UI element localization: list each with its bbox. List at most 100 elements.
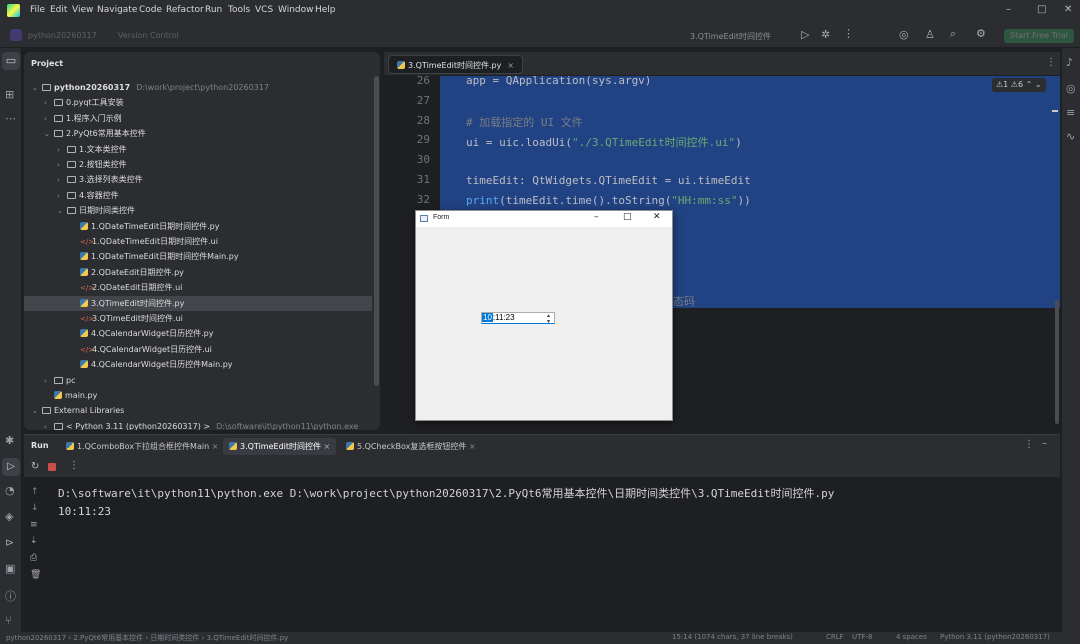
chevron-right-icon[interactable]: › — [44, 374, 54, 389]
chevron-down-icon[interactable]: ⌄ — [58, 58, 64, 66]
tree-item[interactable]: 2.QDateEdit日期控件.py — [24, 265, 372, 280]
menu-file[interactable]: File — [30, 5, 45, 15]
tree-item[interactable]: › 2.按钮类控件 — [24, 157, 372, 172]
form-minimize-icon[interactable]: – — [594, 212, 599, 222]
run-tab-2[interactable]: 3.QTimeEdit时间控件 × — [223, 438, 337, 455]
chevron-right-icon[interactable]: › — [44, 112, 54, 127]
services-icon[interactable]: ✱ — [5, 434, 14, 447]
chevron-right-icon[interactable]: › — [57, 189, 67, 204]
tree-item[interactable]: </>2.QDateEdit日期控件.ui — [24, 280, 372, 295]
soft-wrap-icon[interactable]: ≡ — [30, 520, 38, 530]
tree-item[interactable]: ⌄ 日期时间类控件 — [24, 203, 372, 218]
code-line-29[interactable]: ui = uic.loadUi("./3.QTimeEdit时间控件.ui") — [466, 134, 742, 150]
scroll-down-icon[interactable]: ↓ — [31, 503, 39, 513]
menu-vcs[interactable]: VCS — [255, 5, 273, 15]
ai-chat-icon[interactable]: ◎ — [1066, 82, 1076, 95]
vcs-widget[interactable]: Version Control — [118, 31, 179, 40]
tree-item[interactable]: ⌄ 2.PyQt6常用基本控件 — [24, 126, 372, 141]
start-free-trial-button[interactable]: Start Free Trial — [1004, 29, 1074, 43]
tree-item[interactable]: 3.QTimeEdit时间控件.py — [24, 295, 372, 311]
chevron-right-icon[interactable]: › — [44, 420, 54, 430]
menu-edit[interactable]: Edit — [50, 5, 67, 15]
project-switcher[interactable]: python20260317 — [28, 31, 97, 40]
interpreter-selector[interactable]: Python 3.11 (python20260317) — [940, 633, 1050, 641]
more-tools-icon[interactable]: ⋯ — [5, 112, 16, 125]
time-edit[interactable]: 10:11:23 ▲ ▼ — [481, 312, 555, 327]
print-icon[interactable]: ⎙ — [30, 553, 37, 563]
structure-icon[interactable]: ⊞ — [5, 88, 14, 101]
run-options-icon[interactable]: ⋮ — [1024, 439, 1034, 450]
project-scrollbar[interactable] — [374, 76, 379, 386]
tab-close-icon[interactable]: × — [324, 442, 331, 451]
line-separator[interactable]: CRLF — [826, 633, 844, 641]
scroll-up-icon[interactable]: ↑ — [31, 487, 39, 497]
editor-tab-active[interactable]: 3.QTimeEdit时间控件.py × — [388, 55, 524, 74]
ai-assistant-icon[interactable]: ◎ — [899, 28, 909, 41]
hide-panel-icon[interactable]: – — [1042, 438, 1047, 449]
run-tool-icon[interactable]: ▷ — [2, 458, 20, 476]
search-icon[interactable]: ⌕ — [950, 27, 956, 41]
spin-down-icon[interactable]: ▼ — [546, 317, 551, 327]
scroll-to-end-icon[interactable]: ⇣ — [30, 536, 38, 546]
tree-item[interactable]: ⌄ External Libraries — [24, 403, 372, 418]
tree-item[interactable]: main.py — [24, 388, 372, 403]
stop-icon[interactable] — [48, 463, 56, 471]
terminal-icon[interactable]: ▣ — [5, 562, 15, 575]
tree-item[interactable]: › 1.程序入门示例 — [24, 111, 372, 126]
run-tab-1[interactable]: 1.QComboBox下拉组合框控件Main × — [60, 438, 224, 455]
tree-item[interactable]: 1.QDateTimeEdit日期时间控件.py — [24, 219, 372, 234]
vcs-icon[interactable]: ⑂ — [5, 614, 12, 627]
python-packages-icon[interactable]: ◔ — [5, 484, 15, 497]
menu-window[interactable]: Window — [278, 5, 314, 15]
close-icon[interactable]: ✕ — [1064, 4, 1072, 15]
python-console-icon[interactable]: ◈ — [5, 510, 13, 523]
tree-item[interactable]: › < Python 3.11 (python20260317) > D:\soft… — [24, 419, 372, 430]
editor-scrollbar[interactable] — [1055, 300, 1059, 424]
tab-close-icon[interactable]: × — [507, 61, 514, 70]
form-maximize-icon[interactable]: □ — [623, 212, 632, 222]
project-tool-icon[interactable]: ▭ — [2, 52, 20, 70]
minimize-icon[interactable]: – — [1006, 4, 1011, 15]
tree-item[interactable]: › 1.文本类控件 — [24, 142, 372, 157]
tree-root[interactable]: ⌄ python20260317 D:\work\project\python202… — [32, 80, 269, 95]
tab-options-icon[interactable]: ⋮ — [1046, 57, 1056, 68]
tree-item[interactable]: › pc — [24, 373, 372, 388]
tree-item[interactable]: 1.QDateTimeEdit日期时间控件Main.py — [24, 249, 372, 264]
tree-item[interactable]: 4.QCalendarWidget日历控件.py — [24, 326, 372, 341]
tree-item[interactable]: </>3.QTimeEdit时间控件.ui — [24, 311, 372, 326]
run-config-selector[interactable]: 3.QTimeEdit时间控件 — [690, 31, 771, 42]
indent-setting[interactable]: 4 spaces — [896, 633, 927, 641]
chevron-right-icon[interactable]: › — [44, 96, 54, 111]
services-run-icon[interactable]: ⊳ — [5, 536, 14, 549]
tab-close-icon[interactable]: × — [469, 442, 476, 451]
tree-item[interactable]: </>1.QDateTimeEdit日期时间控件.ui — [24, 234, 372, 249]
more-icon[interactable]: ⋮ — [843, 27, 854, 40]
run-tab-3[interactable]: 5.QCheckBox复选框按钮控件 × — [340, 438, 482, 455]
status-breadcrumb[interactable]: python20260317 › 2.PyQt6常用基本控件 › 日期时间类控件… — [6, 633, 288, 643]
time-hours-section[interactable]: 10 — [482, 313, 493, 322]
add-user-icon[interactable]: ♙ — [925, 28, 935, 41]
chevron-down-icon[interactable]: ⌄ — [1035, 80, 1042, 89]
notifications-icon[interactable]: ♪ — [1066, 56, 1073, 69]
debug-icon[interactable]: ✲ — [821, 28, 830, 41]
menu-view[interactable]: View — [72, 5, 93, 15]
menu-navigate[interactable]: Navigate — [97, 5, 137, 15]
menu-code[interactable]: Code — [139, 5, 162, 15]
chevron-down-icon[interactable]: ⌄ — [32, 404, 42, 419]
inspection-widget[interactable]: ⚠1 ⚠6 ⌃ ⌄ — [992, 78, 1046, 92]
tree-item[interactable]: 4.QCalendarWidget日历控件Main.py — [24, 357, 372, 372]
tab-close-icon[interactable]: × — [212, 442, 219, 451]
code-line-28[interactable]: # 加载指定的 UI 文件 — [466, 114, 583, 130]
problems-icon[interactable]: ⓘ — [5, 588, 16, 604]
tree-item[interactable]: › 4.容器控件 — [24, 188, 372, 203]
chevron-down-icon[interactable]: ⌄ — [57, 204, 67, 219]
tree-item[interactable]: </>4.QCalendarWidget日历控件.ui — [24, 342, 372, 357]
code-line-31[interactable]: timeEdit: QtWidgets.QTimeEdit = ui.timeE… — [466, 174, 751, 187]
file-encoding[interactable]: UTF-8 — [852, 633, 872, 641]
trash-icon[interactable]: 🗑 — [30, 570, 41, 580]
more-actions-icon[interactable]: ⋮ — [69, 460, 79, 471]
console-output[interactable]: D:\software\it\python11\python.exe D:\wo… — [46, 477, 1060, 633]
tree-item[interactable]: › 3.选择列表类控件 — [24, 172, 372, 187]
database-icon[interactable]: ≡ — [1066, 106, 1075, 119]
chevron-up-icon[interactable]: ⌃ — [1026, 80, 1033, 89]
